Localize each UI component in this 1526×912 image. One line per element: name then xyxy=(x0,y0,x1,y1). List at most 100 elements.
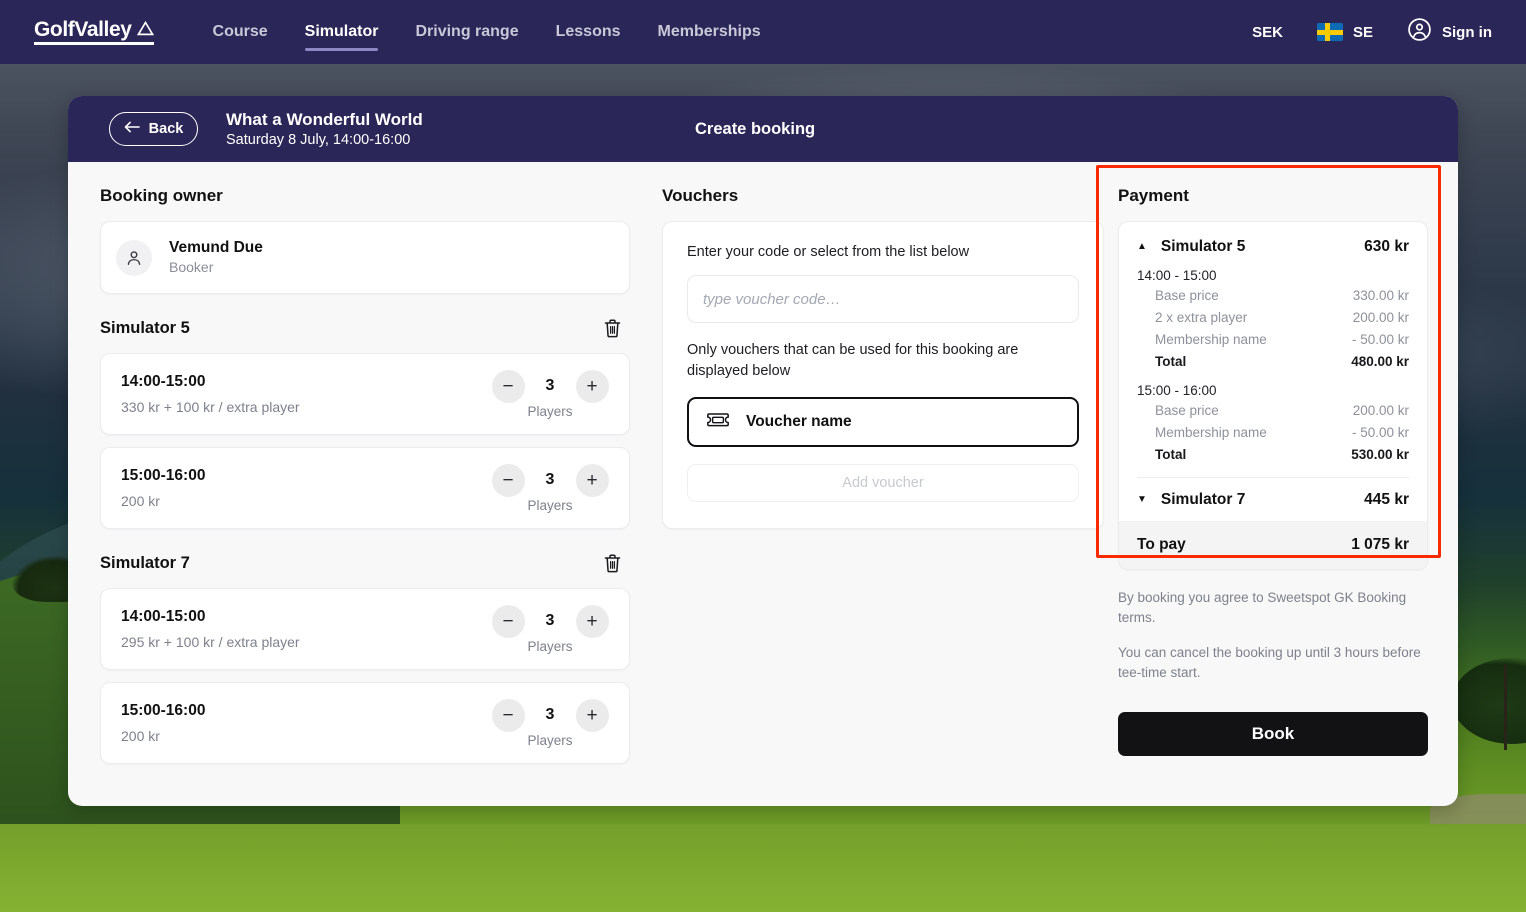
slot-price: 330 kr + 100 kr / extra player xyxy=(121,398,300,415)
slot-time: 14:00-15:00 xyxy=(121,608,206,626)
voucher-list-item[interactable]: Voucher name xyxy=(687,397,1079,448)
payment-to-pay-row: To pay 1 075 kr xyxy=(1119,521,1427,569)
background-utility-pole xyxy=(1504,664,1507,750)
payment-line-label: Base price xyxy=(1155,403,1219,418)
booking-subtitle: Saturday 8 July, 14:00-16:00 xyxy=(226,131,411,148)
slot-time: 15:00-16:00 xyxy=(121,702,206,720)
booking-sheet-header: Back What a Wonderful World Saturday 8 J… xyxy=(68,96,1458,162)
voucher-note: Only vouchers that can be used for this … xyxy=(687,342,1019,379)
to-pay-label: To pay xyxy=(1137,536,1186,553)
back-button-label: Back xyxy=(148,121,184,137)
vouchers-heading: Vouchers xyxy=(662,186,739,205)
payment-group-amount: 445 kr xyxy=(1364,491,1409,508)
booking-owner-text: Vemund Due Booker xyxy=(169,238,263,277)
payment-line-total: Total 530.00 kr xyxy=(1137,445,1409,464)
vouchers-card: Enter your code or select from the list … xyxy=(662,221,1104,530)
booking-owner-card[interactable]: Vemund Due Booker xyxy=(100,221,630,294)
payment-line-total: Total 480.00 kr xyxy=(1137,352,1409,371)
plus-icon[interactable]: + xyxy=(575,463,609,497)
payment-summary-card: ▲ Simulator 5 630 kr 14:00 - 15:00 Base … xyxy=(1118,221,1428,570)
minus-icon[interactable]: − xyxy=(491,604,525,638)
plus-icon[interactable]: + xyxy=(575,369,609,403)
payment-group-left: ▼ Simulator 7 xyxy=(1137,491,1245,509)
nav-item-driving-range[interactable]: Driving range xyxy=(415,0,518,64)
payment-line-item: 2 x extra player 200.00 kr xyxy=(1137,308,1409,327)
language-selector[interactable]: SE xyxy=(1316,23,1373,41)
players-label: Players xyxy=(527,638,573,654)
voucher-code-input[interactable] xyxy=(687,275,1079,323)
slot-info: 14:00-15:00 330 kr + 100 kr / extra play… xyxy=(121,371,300,417)
booking-owner-role: Booker xyxy=(169,259,214,276)
payment-slot-time: 15:00 - 16:00 xyxy=(1137,383,1217,398)
slot-info: 14:00-15:00 295 kr + 100 kr / extra play… xyxy=(121,606,300,652)
players-label: Players xyxy=(527,732,573,748)
sign-in-label: Sign in xyxy=(1442,23,1492,41)
slot-price: 200 kr xyxy=(121,492,160,509)
payment-line-item: Base price 330.00 kr xyxy=(1137,286,1409,305)
simulator-group-name: Simulator 7 xyxy=(100,554,190,572)
payment-line-value: 480.00 kr xyxy=(1351,354,1409,369)
booking-sheet-body: Booking owner Vemund Due Booker Simulato… xyxy=(68,162,1458,806)
booking-sheet: Back What a Wonderful World Saturday 8 J… xyxy=(68,96,1458,806)
language-label: SE xyxy=(1352,23,1373,41)
payment-line-label: Total xyxy=(1155,354,1187,369)
nav-item-lessons[interactable]: Lessons xyxy=(556,0,621,64)
payment-line-item: Base price 200.00 kr xyxy=(1137,401,1409,420)
nav-item-simulator[interactable]: Simulator xyxy=(304,0,378,64)
slot-card[interactable]: 15:00-16:00 200 kr − 3 + Players xyxy=(100,447,630,529)
players-stepper: − 3 + Players xyxy=(489,463,611,513)
arrow-left-icon xyxy=(124,121,140,137)
payment-line-item: Membership name - 50.00 kr xyxy=(1137,423,1409,442)
minus-icon[interactable]: − xyxy=(491,463,525,497)
payment-group-left: ▲ Simulator 5 xyxy=(1137,238,1245,256)
minus-icon[interactable]: − xyxy=(491,698,525,732)
payment-group-name: Simulator 7 xyxy=(1160,491,1246,508)
voucher-list-item-label: Voucher name xyxy=(746,413,852,431)
payment-group-name: Simulator 5 xyxy=(1160,238,1246,255)
slot-time: 14:00-15:00 xyxy=(121,373,206,391)
slot-info: 15:00-16:00 200 kr xyxy=(121,465,205,511)
nav-item-course[interactable]: Course xyxy=(213,0,268,64)
background-fairway xyxy=(0,824,1526,912)
account-circle-icon xyxy=(1407,17,1432,47)
trash-icon[interactable] xyxy=(601,551,624,576)
back-button[interactable]: Back xyxy=(109,112,198,146)
players-count: 3 xyxy=(545,471,555,488)
slot-card[interactable]: 14:00-15:00 295 kr + 100 kr / extra play… xyxy=(100,588,630,670)
voucher-instruction: Enter your code or select from the list … xyxy=(687,244,970,260)
payment-group-header-simulator-5[interactable]: ▲ Simulator 5 630 kr xyxy=(1137,238,1409,256)
payment-line-label: 2 x extra player xyxy=(1155,310,1248,325)
players-label: Players xyxy=(527,403,573,419)
currency-selector[interactable]: SEK xyxy=(1252,24,1283,41)
payment-heading: Payment xyxy=(1118,186,1189,205)
page-title: Create booking xyxy=(695,119,816,138)
slot-card[interactable]: 14:00-15:00 330 kr + 100 kr / extra play… xyxy=(100,353,630,435)
caret-up-icon: ▲ xyxy=(1137,241,1147,252)
terms-text-booking: By booking you agree to Sweetspot GK Boo… xyxy=(1118,590,1407,625)
mountain-icon xyxy=(136,19,154,41)
main-nav-links: Course Simulator Driving range Lessons M… xyxy=(213,0,761,64)
players-count: 3 xyxy=(545,377,555,394)
sign-in-button[interactable]: Sign in xyxy=(1407,17,1492,47)
payment-line-value: 200.00 kr xyxy=(1352,403,1409,418)
site-logo[interactable]: GolfValley xyxy=(34,18,154,46)
plus-icon[interactable]: + xyxy=(575,698,609,732)
players-count: 3 xyxy=(545,706,555,723)
payment-slot-time: 14:00 - 15:00 xyxy=(1137,268,1217,283)
background-tree-right xyxy=(1452,658,1526,744)
booking-title: What a Wonderful World xyxy=(226,109,423,129)
add-voucher-button[interactable]: Add voucher xyxy=(687,464,1079,503)
booking-owner-heading: Booking owner xyxy=(100,186,223,205)
slot-info: 15:00-16:00 200 kr xyxy=(121,700,205,746)
payment-group-header-simulator-7[interactable]: ▼ Simulator 7 445 kr xyxy=(1137,491,1409,513)
nav-item-memberships[interactable]: Memberships xyxy=(658,0,761,64)
minus-icon[interactable]: − xyxy=(491,369,525,403)
ticket-icon xyxy=(706,412,730,433)
book-button[interactable]: Book xyxy=(1118,712,1428,757)
plus-icon[interactable]: + xyxy=(575,604,609,638)
payment-column: Payment ▲ Simulator 5 630 kr 14:00 - 15:… xyxy=(1104,162,1458,806)
booking-owner-column: Booking owner Vemund Due Booker Simulato… xyxy=(68,162,662,806)
payment-line-value: 330.00 kr xyxy=(1352,288,1409,303)
trash-icon[interactable] xyxy=(601,316,624,341)
slot-card[interactable]: 15:00-16:00 200 kr − 3 + Players xyxy=(100,682,630,764)
